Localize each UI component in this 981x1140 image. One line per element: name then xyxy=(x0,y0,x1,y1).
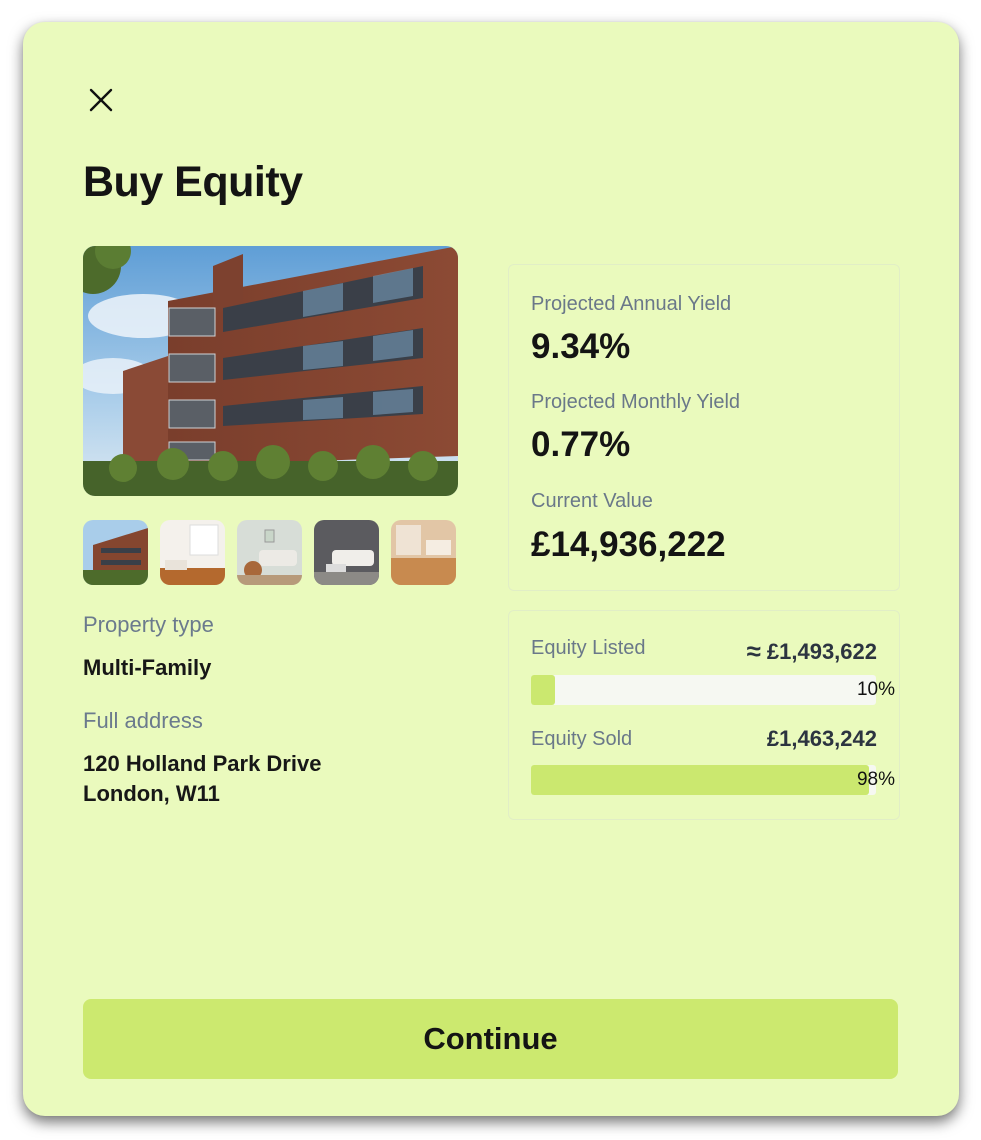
approx-icon: ≈ xyxy=(746,636,761,666)
property-type-label: Property type xyxy=(83,612,214,637)
equity-listed-amount: £1,493,622 xyxy=(766,639,877,664)
living-room-thumbnail[interactable] xyxy=(237,520,302,585)
close-icon xyxy=(89,88,113,112)
equity-sold-fill xyxy=(531,765,870,795)
current-value-amount: £14,936,222 xyxy=(531,525,726,564)
address-line-1: 120 Holland Park Drive xyxy=(83,751,322,776)
address-label: Full address xyxy=(83,708,203,733)
equity-sold-amount: £1,463,242 xyxy=(766,726,877,751)
yield-stats-card: Projected Annual Yield 9.34% Projected M… xyxy=(508,264,900,591)
bedroom-thumbnail[interactable] xyxy=(160,520,225,585)
equity-sold-percent: 98% xyxy=(856,769,895,790)
thumbnail-strip xyxy=(83,520,456,585)
page-title: Buy Equity xyxy=(83,158,303,206)
lounge-thumbnail[interactable] xyxy=(314,520,379,585)
annual-yield-label: Projected Annual Yield xyxy=(531,293,732,315)
equity-sold-label: Equity Sold xyxy=(531,728,633,750)
kitchen-thumbnail[interactable] xyxy=(391,520,456,585)
exterior-thumbnail[interactable] xyxy=(83,520,148,585)
buy-equity-modal: Buy Equity Property type Multi-Family Fu… xyxy=(23,22,959,1116)
equity-listed-bar: 10% xyxy=(531,675,895,705)
property-type-value: Multi-Family xyxy=(83,655,212,680)
annual-yield-value: 9.34% xyxy=(531,327,631,366)
monthly-yield-value: 0.77% xyxy=(531,425,631,464)
address-line-2: London, W11 xyxy=(83,781,220,806)
equity-sold-bar: 98% xyxy=(531,765,895,795)
equity-listed-percent: 10% xyxy=(856,679,895,700)
equity-listed-amount-group: ≈ £1,493,622 xyxy=(747,635,877,666)
equity-card: Equity Listed ≈ £1,493,622 10% Equity Sol… xyxy=(508,610,900,820)
property-main-image[interactable] xyxy=(83,246,458,496)
equity-listed-label: Equity Listed xyxy=(531,637,646,659)
continue-button[interactable]: Continue xyxy=(83,999,898,1079)
equity-listed-fill xyxy=(531,675,556,705)
close-button[interactable] xyxy=(85,84,117,116)
monthly-yield-label: Projected Monthly Yield xyxy=(531,391,741,413)
current-value-label: Current Value xyxy=(531,490,653,512)
